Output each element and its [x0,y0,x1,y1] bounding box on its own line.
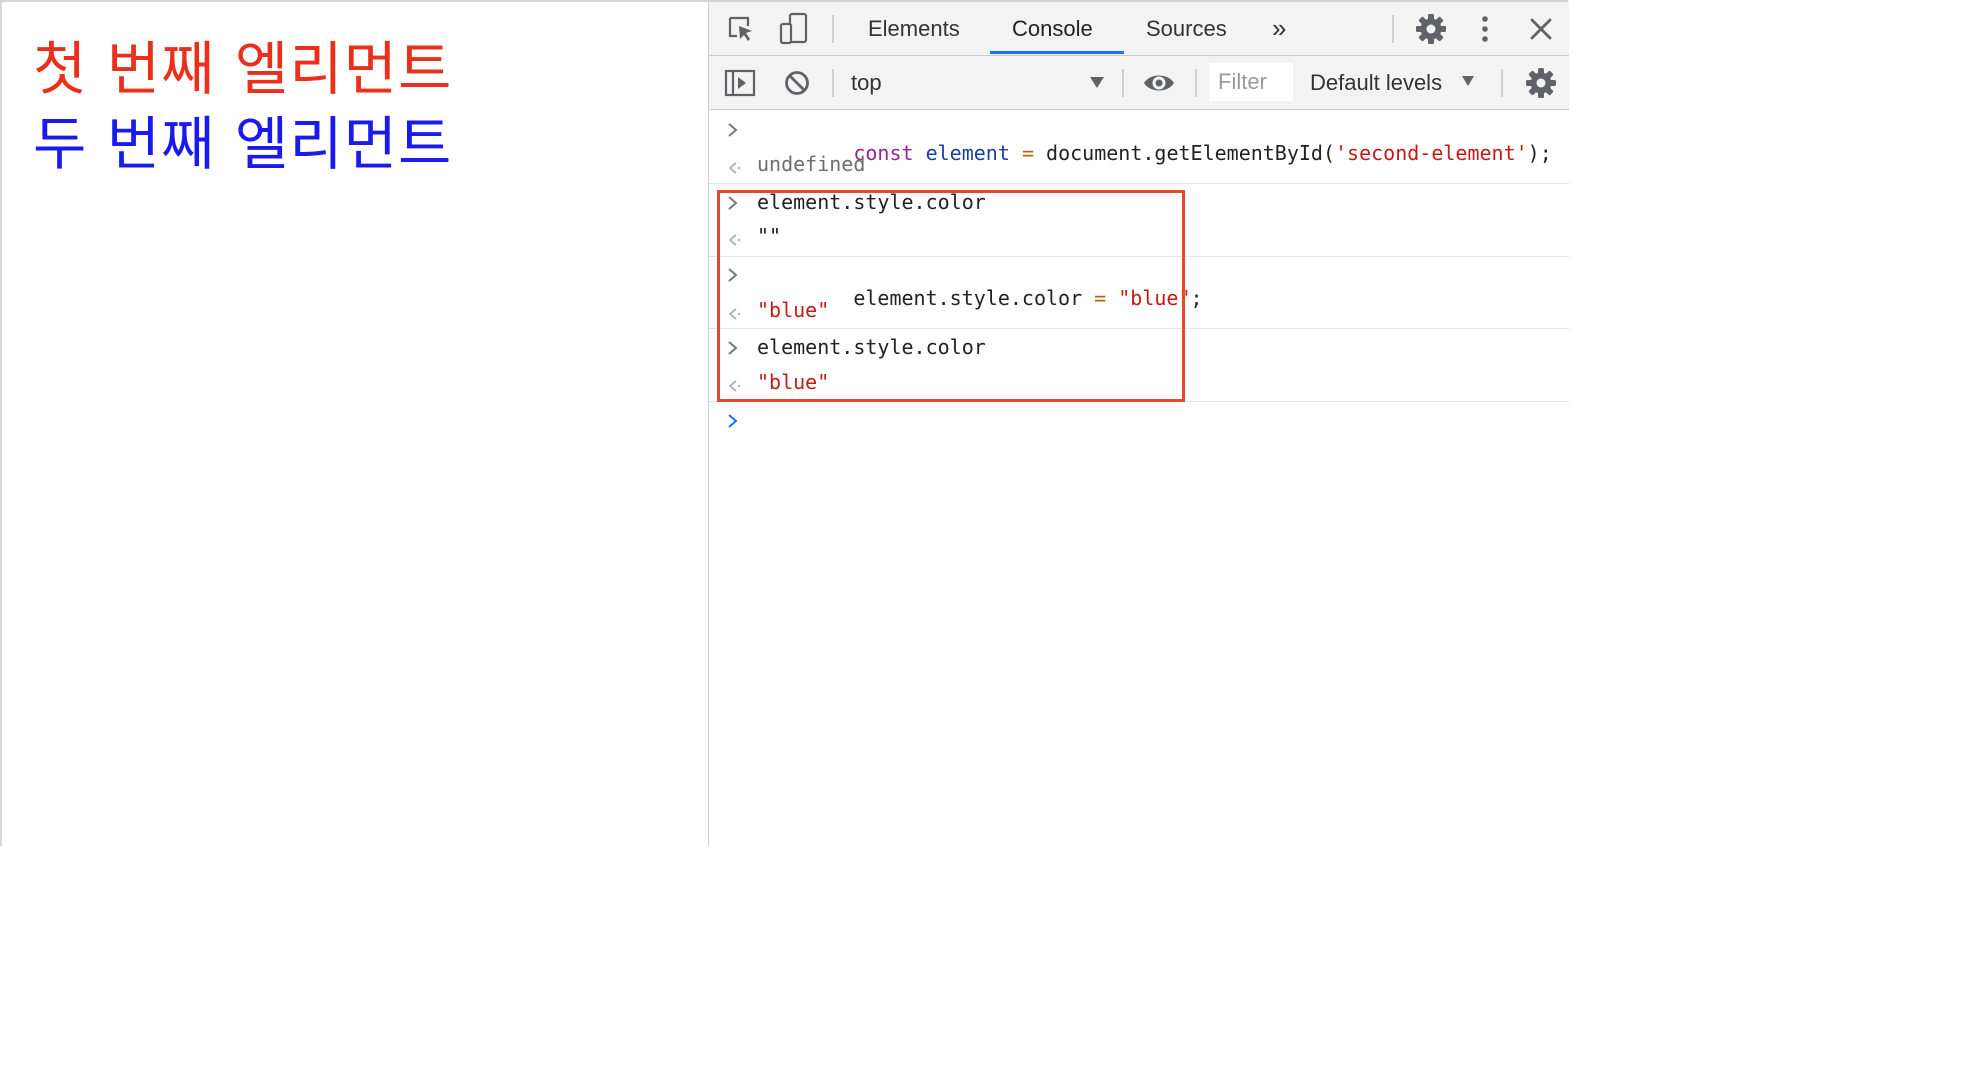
filter-field [1209,63,1293,101]
console-sidebar-icon[interactable] [724,69,756,97]
more-options-icon[interactable] [1476,14,1494,44]
variable-element: element [925,141,1010,165]
context-select[interactable]: top [851,56,882,109]
log-levels-dropdown[interactable]: Default levels [1310,56,1442,109]
first-element: 첫 번째 엘리먼트 [33,35,453,103]
page-viewport: 첫 번째 엘리먼트 두 번째 엘리먼트 [2,2,708,846]
input-prompt-icon [728,123,738,137]
string-literal: 'second-element' [1335,141,1528,165]
tab-console[interactable]: Console [1012,2,1093,55]
tabbar-separator [832,15,834,43]
console-output: undefined [757,152,866,176]
devtools-tabbar: Elements Console Sources » [709,2,1569,56]
tabbar-separator-right [1392,15,1394,43]
active-tab-indicator [990,51,1124,54]
output-return-icon [728,162,741,174]
close-icon[interactable] [1528,16,1554,42]
devtools-panel: Elements Console Sources » top Filter De… [708,2,1569,846]
log-levels-dropdown-icon[interactable] [1461,74,1475,87]
tab-sources[interactable]: Sources [1146,2,1227,55]
inspect-element-icon[interactable] [726,14,756,44]
context-dropdown-icon[interactable] [1089,75,1105,89]
code-call: document.getElementById( [1046,141,1336,165]
console-prompt-icon[interactable] [726,412,740,430]
live-expression-eye-icon[interactable] [1142,70,1176,96]
settings-gear-icon[interactable] [1415,13,1447,45]
second-element: 두 번째 엘리먼트 [33,110,453,178]
clear-console-icon[interactable] [783,69,811,97]
toolbar-separator [832,69,834,97]
toolbar-separator-2 [1122,69,1124,97]
browser-window: 첫 번째 엘리먼트 두 번째 엘리먼트 Elements Console Sou… [0,0,1569,846]
device-toolbar-icon[interactable] [778,12,810,46]
message-separator [709,183,1569,184]
filter-input[interactable] [1209,63,1293,101]
operator-equals: = [1021,141,1034,165]
more-tabs-icon[interactable]: » [1272,2,1286,55]
tab-elements[interactable]: Elements [868,2,960,55]
toolbar-separator-3 [1195,69,1197,97]
toolbar-separator-4 [1501,69,1503,97]
console-input: const element = document.getElementById(… [757,117,1552,189]
code-end: ); [1527,141,1552,165]
console-input-area[interactable] [753,406,1553,440]
highlight-box [717,190,1185,402]
console-settings-icon[interactable] [1525,67,1557,99]
code-end: ; [1190,286,1203,310]
